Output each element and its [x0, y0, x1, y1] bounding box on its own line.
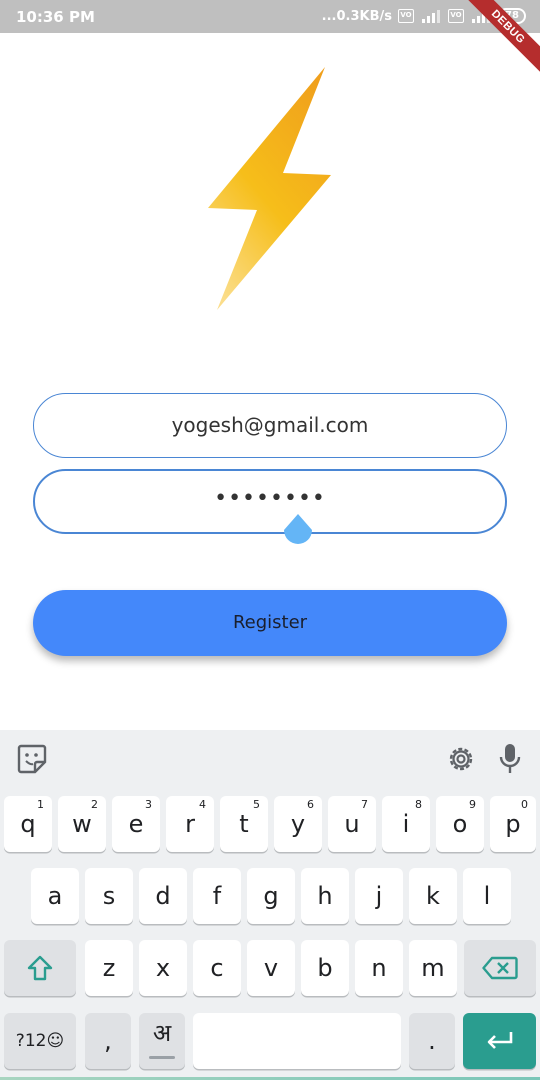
key-hint: 8 — [415, 798, 422, 811]
volte-icon: VO — [398, 9, 414, 23]
symbols-key[interactable]: ?12☺ — [4, 1013, 76, 1069]
enter-icon — [487, 1032, 513, 1049]
microphone-icon[interactable] — [497, 742, 523, 776]
key-e[interactable]: e3 — [112, 796, 160, 852]
key-label: e — [128, 810, 144, 838]
key-a[interactable]: a — [31, 868, 79, 924]
key-b[interactable]: b — [301, 940, 349, 996]
key-j[interactable]: j — [355, 868, 403, 924]
settings-icon[interactable] — [445, 743, 477, 775]
key-hint: 7 — [361, 798, 368, 811]
backspace-key[interactable] — [464, 940, 536, 996]
volte-icon-2: VO — [448, 9, 464, 23]
key-label: r — [185, 810, 195, 838]
key-m[interactable]: m — [409, 940, 457, 996]
shift-key[interactable] — [4, 940, 76, 996]
key-hint: 5 — [253, 798, 260, 811]
shift-icon — [27, 955, 53, 981]
key-p[interactable]: p0 — [490, 796, 536, 852]
key-hint: 0 — [521, 798, 528, 811]
key-s[interactable]: s — [85, 868, 133, 924]
key-n[interactable]: n — [355, 940, 403, 996]
key-x[interactable]: x — [139, 940, 187, 996]
sticker-icon[interactable] — [16, 743, 48, 775]
key-hint: 6 — [307, 798, 314, 811]
key-h[interactable]: h — [301, 868, 349, 924]
key-label: t — [239, 810, 249, 838]
key-label: w — [72, 810, 92, 838]
key-hint: 1 — [37, 798, 44, 811]
comma-key[interactable]: , — [85, 1013, 131, 1069]
key-d[interactable]: d — [139, 868, 187, 924]
password-field[interactable]: •••••••• — [33, 469, 507, 534]
key-label: o — [452, 810, 468, 838]
status-bar: 10:36 PM ...0.3KB/s VO VO 78 — [0, 0, 540, 33]
key-u[interactable]: u7 — [328, 796, 376, 852]
key-r[interactable]: r4 — [166, 796, 214, 852]
language-indicator — [149, 1056, 175, 1059]
space-key[interactable] — [193, 1013, 401, 1069]
key-label: i — [402, 810, 410, 838]
register-button[interactable]: Register — [33, 590, 507, 656]
key-k[interactable]: k — [409, 868, 457, 924]
key-l[interactable]: l — [463, 868, 511, 924]
status-time: 10:36 PM — [16, 8, 95, 26]
key-v[interactable]: v — [247, 940, 295, 996]
enter-key[interactable] — [463, 1013, 536, 1069]
backspace-icon — [482, 956, 518, 980]
key-label: y — [290, 810, 306, 838]
signal-icon — [422, 10, 440, 23]
key-c[interactable]: c — [193, 940, 241, 996]
key-label: u — [344, 810, 360, 838]
key-hint: 4 — [199, 798, 206, 811]
net-speed: ...0.3KB/s — [321, 8, 392, 24]
key-i[interactable]: i8 — [382, 796, 430, 852]
keyboard: q1 w2 e3 r4 t5 y6 u7 i8 o9 p0 a s d f g … — [0, 730, 540, 1080]
period-key[interactable]: . — [409, 1013, 455, 1069]
key-w[interactable]: w2 — [58, 796, 106, 852]
key-g[interactable]: g — [247, 868, 295, 924]
key-hint: 2 — [91, 798, 98, 811]
lightning-bolt-logo — [208, 67, 331, 310]
key-label: q — [20, 810, 36, 838]
key-z[interactable]: z — [85, 940, 133, 996]
key-hint: 9 — [469, 798, 476, 811]
text-cursor-handle[interactable] — [281, 514, 315, 550]
key-o[interactable]: o9 — [436, 796, 484, 852]
email-field[interactable]: yogesh@gmail.com — [33, 393, 507, 458]
key-y[interactable]: y6 — [274, 796, 322, 852]
key-label: p — [505, 810, 521, 838]
language-key-label: अ — [152, 1019, 172, 1047]
key-f[interactable]: f — [193, 868, 241, 924]
language-key[interactable]: अ — [139, 1013, 185, 1069]
key-q[interactable]: q1 — [4, 796, 52, 852]
key-hint: 3 — [145, 798, 152, 811]
key-t[interactable]: t5 — [220, 796, 268, 852]
